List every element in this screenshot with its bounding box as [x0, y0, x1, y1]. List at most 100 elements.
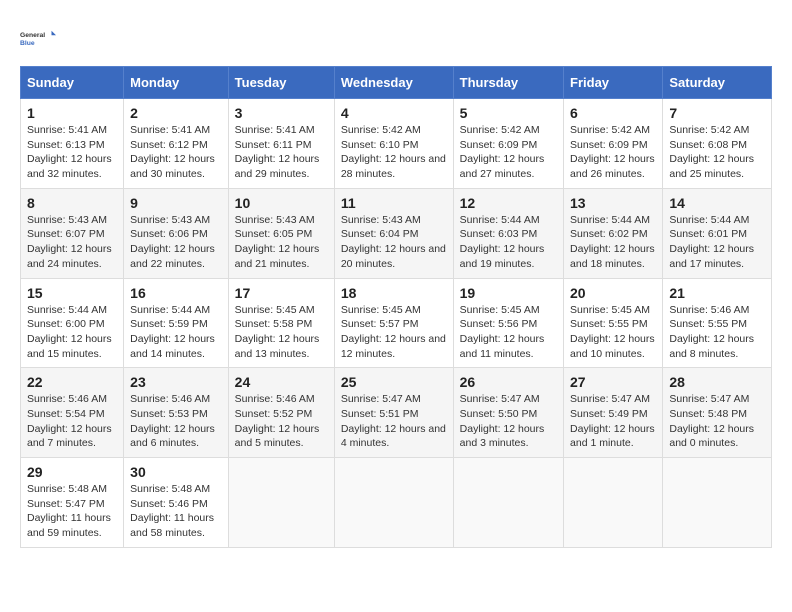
- day-cell: 14 Sunrise: 5:44 AM Sunset: 6:01 PM Dayl…: [663, 188, 772, 278]
- col-header-monday: Monday: [124, 67, 229, 99]
- day-cell: 30 Sunrise: 5:48 AM Sunset: 5:46 PM Dayl…: [124, 458, 229, 548]
- week-row-1: 1 Sunrise: 5:41 AM Sunset: 6:13 PM Dayli…: [21, 99, 772, 189]
- day-detail: Sunrise: 5:46 AM Sunset: 5:52 PM Dayligh…: [235, 392, 328, 451]
- day-detail: Sunrise: 5:46 AM Sunset: 5:55 PM Dayligh…: [669, 303, 765, 362]
- day-detail: Sunrise: 5:47 AM Sunset: 5:48 PM Dayligh…: [669, 392, 765, 451]
- day-cell: 18 Sunrise: 5:45 AM Sunset: 5:57 PM Dayl…: [334, 278, 453, 368]
- day-number: 9: [130, 195, 222, 211]
- day-detail: Sunrise: 5:44 AM Sunset: 6:01 PM Dayligh…: [669, 213, 765, 272]
- day-cell: 6 Sunrise: 5:42 AM Sunset: 6:09 PM Dayli…: [564, 99, 663, 189]
- day-cell: 19 Sunrise: 5:45 AM Sunset: 5:56 PM Dayl…: [453, 278, 563, 368]
- page-header: General Blue: [20, 20, 772, 56]
- day-cell: 1 Sunrise: 5:41 AM Sunset: 6:13 PM Dayli…: [21, 99, 124, 189]
- day-cell: [334, 458, 453, 548]
- day-detail: Sunrise: 5:47 AM Sunset: 5:50 PM Dayligh…: [460, 392, 557, 451]
- col-header-thursday: Thursday: [453, 67, 563, 99]
- day-cell: 28 Sunrise: 5:47 AM Sunset: 5:48 PM Dayl…: [663, 368, 772, 458]
- day-detail: Sunrise: 5:42 AM Sunset: 6:08 PM Dayligh…: [669, 123, 765, 182]
- day-detail: Sunrise: 5:44 AM Sunset: 6:00 PM Dayligh…: [27, 303, 117, 362]
- day-detail: Sunrise: 5:45 AM Sunset: 5:56 PM Dayligh…: [460, 303, 557, 362]
- day-number: 2: [130, 105, 222, 121]
- day-cell: 15 Sunrise: 5:44 AM Sunset: 6:00 PM Dayl…: [21, 278, 124, 368]
- day-cell: [453, 458, 563, 548]
- day-detail: Sunrise: 5:44 AM Sunset: 6:02 PM Dayligh…: [570, 213, 656, 272]
- day-number: 26: [460, 374, 557, 390]
- day-detail: Sunrise: 5:45 AM Sunset: 5:55 PM Dayligh…: [570, 303, 656, 362]
- col-header-tuesday: Tuesday: [228, 67, 334, 99]
- day-detail: Sunrise: 5:42 AM Sunset: 6:09 PM Dayligh…: [460, 123, 557, 182]
- day-number: 25: [341, 374, 447, 390]
- day-detail: Sunrise: 5:45 AM Sunset: 5:57 PM Dayligh…: [341, 303, 447, 362]
- day-number: 30: [130, 464, 222, 480]
- day-cell: 12 Sunrise: 5:44 AM Sunset: 6:03 PM Dayl…: [453, 188, 563, 278]
- col-header-wednesday: Wednesday: [334, 67, 453, 99]
- day-detail: Sunrise: 5:47 AM Sunset: 5:49 PM Dayligh…: [570, 392, 656, 451]
- day-number: 28: [669, 374, 765, 390]
- day-detail: Sunrise: 5:44 AM Sunset: 6:03 PM Dayligh…: [460, 213, 557, 272]
- day-cell: 5 Sunrise: 5:42 AM Sunset: 6:09 PM Dayli…: [453, 99, 563, 189]
- day-number: 27: [570, 374, 656, 390]
- day-cell: 13 Sunrise: 5:44 AM Sunset: 6:02 PM Dayl…: [564, 188, 663, 278]
- week-row-5: 29 Sunrise: 5:48 AM Sunset: 5:47 PM Dayl…: [21, 458, 772, 548]
- day-number: 16: [130, 285, 222, 301]
- day-number: 20: [570, 285, 656, 301]
- calendar-table: SundayMondayTuesdayWednesdayThursdayFrid…: [20, 66, 772, 548]
- day-detail: Sunrise: 5:42 AM Sunset: 6:10 PM Dayligh…: [341, 123, 447, 182]
- day-number: 10: [235, 195, 328, 211]
- day-number: 7: [669, 105, 765, 121]
- day-detail: Sunrise: 5:45 AM Sunset: 5:58 PM Dayligh…: [235, 303, 328, 362]
- day-detail: Sunrise: 5:48 AM Sunset: 5:47 PM Dayligh…: [27, 482, 117, 541]
- col-header-friday: Friday: [564, 67, 663, 99]
- day-cell: 10 Sunrise: 5:43 AM Sunset: 6:05 PM Dayl…: [228, 188, 334, 278]
- col-header-sunday: Sunday: [21, 67, 124, 99]
- day-number: 1: [27, 105, 117, 121]
- day-number: 15: [27, 285, 117, 301]
- col-header-saturday: Saturday: [663, 67, 772, 99]
- day-number: 5: [460, 105, 557, 121]
- day-cell: 27 Sunrise: 5:47 AM Sunset: 5:49 PM Dayl…: [564, 368, 663, 458]
- day-cell: 7 Sunrise: 5:42 AM Sunset: 6:08 PM Dayli…: [663, 99, 772, 189]
- week-row-3: 15 Sunrise: 5:44 AM Sunset: 6:00 PM Dayl…: [21, 278, 772, 368]
- day-number: 19: [460, 285, 557, 301]
- day-number: 24: [235, 374, 328, 390]
- day-detail: Sunrise: 5:46 AM Sunset: 5:54 PM Dayligh…: [27, 392, 117, 451]
- day-number: 17: [235, 285, 328, 301]
- week-row-4: 22 Sunrise: 5:46 AM Sunset: 5:54 PM Dayl…: [21, 368, 772, 458]
- day-cell: 16 Sunrise: 5:44 AM Sunset: 5:59 PM Dayl…: [124, 278, 229, 368]
- day-detail: Sunrise: 5:43 AM Sunset: 6:07 PM Dayligh…: [27, 213, 117, 272]
- day-number: 12: [460, 195, 557, 211]
- day-cell: 21 Sunrise: 5:46 AM Sunset: 5:55 PM Dayl…: [663, 278, 772, 368]
- svg-text:General: General: [20, 32, 45, 39]
- day-number: 8: [27, 195, 117, 211]
- day-detail: Sunrise: 5:44 AM Sunset: 5:59 PM Dayligh…: [130, 303, 222, 362]
- day-cell: 3 Sunrise: 5:41 AM Sunset: 6:11 PM Dayli…: [228, 99, 334, 189]
- day-detail: Sunrise: 5:41 AM Sunset: 6:11 PM Dayligh…: [235, 123, 328, 182]
- day-number: 23: [130, 374, 222, 390]
- week-row-2: 8 Sunrise: 5:43 AM Sunset: 6:07 PM Dayli…: [21, 188, 772, 278]
- day-cell: 17 Sunrise: 5:45 AM Sunset: 5:58 PM Dayl…: [228, 278, 334, 368]
- svg-text:Blue: Blue: [20, 40, 35, 47]
- day-number: 3: [235, 105, 328, 121]
- day-cell: 23 Sunrise: 5:46 AM Sunset: 5:53 PM Dayl…: [124, 368, 229, 458]
- calendar-header-row: SundayMondayTuesdayWednesdayThursdayFrid…: [21, 67, 772, 99]
- day-cell: [663, 458, 772, 548]
- day-cell: 26 Sunrise: 5:47 AM Sunset: 5:50 PM Dayl…: [453, 368, 563, 458]
- logo: General Blue: [20, 20, 56, 56]
- day-number: 4: [341, 105, 447, 121]
- day-detail: Sunrise: 5:47 AM Sunset: 5:51 PM Dayligh…: [341, 392, 447, 451]
- day-detail: Sunrise: 5:41 AM Sunset: 6:12 PM Dayligh…: [130, 123, 222, 182]
- day-detail: Sunrise: 5:43 AM Sunset: 6:04 PM Dayligh…: [341, 213, 447, 272]
- day-cell: 4 Sunrise: 5:42 AM Sunset: 6:10 PM Dayli…: [334, 99, 453, 189]
- day-cell: [228, 458, 334, 548]
- day-number: 29: [27, 464, 117, 480]
- day-number: 6: [570, 105, 656, 121]
- day-cell: 8 Sunrise: 5:43 AM Sunset: 6:07 PM Dayli…: [21, 188, 124, 278]
- day-cell: 2 Sunrise: 5:41 AM Sunset: 6:12 PM Dayli…: [124, 99, 229, 189]
- day-cell: 9 Sunrise: 5:43 AM Sunset: 6:06 PM Dayli…: [124, 188, 229, 278]
- day-cell: 22 Sunrise: 5:46 AM Sunset: 5:54 PM Dayl…: [21, 368, 124, 458]
- day-number: 11: [341, 195, 447, 211]
- day-cell: 20 Sunrise: 5:45 AM Sunset: 5:55 PM Dayl…: [564, 278, 663, 368]
- day-detail: Sunrise: 5:42 AM Sunset: 6:09 PM Dayligh…: [570, 123, 656, 182]
- day-number: 21: [669, 285, 765, 301]
- day-cell: [564, 458, 663, 548]
